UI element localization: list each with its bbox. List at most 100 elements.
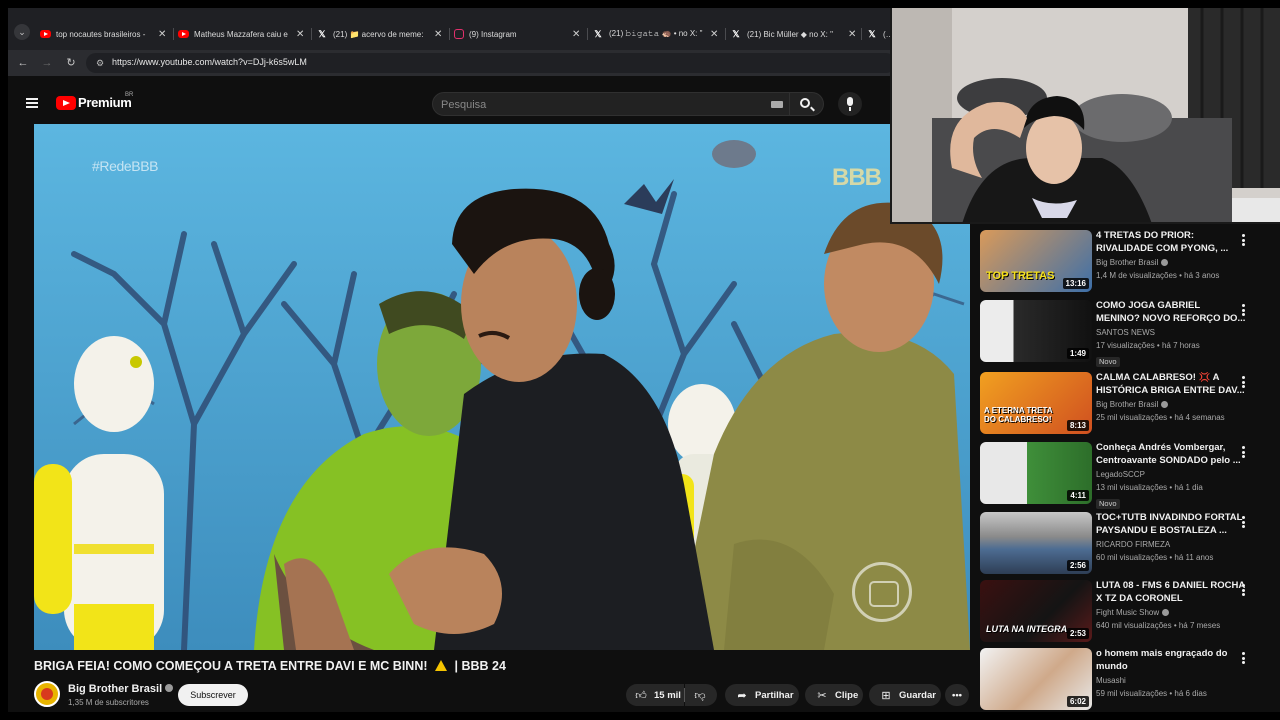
tab-close-icon[interactable]: ✕: [572, 29, 582, 40]
thumbs-up-icon: 👍︎: [635, 689, 647, 702]
new-badge: Novo: [1096, 357, 1120, 367]
recommended-video[interactable]: 6:02 o homem mais engraçado do mundo Mus…: [978, 646, 1280, 710]
channel-name[interactable]: Fight Music Show: [1096, 608, 1246, 618]
youtube-logo-icon[interactable]: [56, 96, 76, 110]
browser-tab[interactable]: top nocautes brasileiros - ✕: [40, 24, 168, 44]
reload-icon[interactable]: ↻: [64, 56, 78, 70]
video-title[interactable]: CALMA CALABRESO! 💢 A HISTÓRICA BRIGA ENT…: [1096, 372, 1246, 397]
thumbnail-caption: TOP TRETAS: [986, 270, 1055, 282]
video-title[interactable]: LUTA 08 - FMS 6 DANIEL ROCHA X TZ DA COR…: [1096, 580, 1246, 605]
x-favicon-icon: 𝕏: [594, 28, 602, 39]
recommended-video[interactable]: LUTA NA INTEGRA 2:53 LUTA 08 - FMS 6 DAN…: [978, 578, 1280, 642]
search-button[interactable]: [790, 92, 824, 116]
channel-name[interactable]: Musashi: [1096, 676, 1246, 686]
channel-name[interactable]: Big Brother Brasil: [1096, 400, 1246, 410]
video-duration: 13:16: [1062, 278, 1089, 289]
video-thumbnail[interactable]: TOP TRETAS 13:16: [980, 230, 1092, 292]
recommended-video[interactable]: 2:56 TOC+TUTB INVADINDO FORTAL PAYSANDU …: [978, 510, 1280, 574]
verified-icon: [165, 684, 174, 692]
channel-name-text: Big Brother Brasil: [68, 683, 163, 695]
recommended-video[interactable]: 1:49 COMO JOGA GABRIEL MENINO? NOVO REFO…: [978, 298, 1280, 367]
video-thumbnail[interactable]: 4:11: [980, 442, 1092, 504]
verified-icon: [1161, 400, 1169, 408]
video-thumbnail[interactable]: 1:49: [980, 300, 1092, 362]
save-label: Guardar: [899, 689, 936, 701]
forward-icon[interactable]: →: [40, 56, 54, 70]
search-input[interactable]: Pesquisa: [432, 92, 790, 116]
browser-tab[interactable]: Matheus Mazzafera caiu e ✕: [178, 24, 306, 44]
like-button[interactable]: 👍︎ 15 mil: [626, 684, 684, 706]
recommended-video[interactable]: 4:11 Conheça Andrés Vombergar, Centroava…: [978, 440, 1280, 509]
more-options-icon[interactable]: [1240, 516, 1246, 530]
video-thumbnail[interactable]: LUTA NA INTEGRA 2:53: [980, 580, 1092, 642]
more-options-icon[interactable]: [1240, 652, 1246, 666]
video-hashtag-watermark: #RedeBBB: [92, 158, 159, 174]
tab-title: Matheus Mazzafera caiu e: [194, 29, 288, 39]
video-title[interactable]: TOC+TUTB INVADINDO FORTAL PAYSANDU E BOS…: [1096, 512, 1246, 537]
tab-close-icon[interactable]: ✕: [296, 29, 306, 40]
tab-title: (9) Instagram: [469, 29, 517, 39]
instagram-favicon-icon: [454, 29, 464, 39]
x-favicon-icon: 𝕏: [318, 28, 326, 39]
video-title[interactable]: COMO JOGA GABRIEL MENINO? NOVO REFORÇO D…: [1096, 300, 1246, 325]
video-thumbnail[interactable]: 6:02: [980, 648, 1092, 710]
tab-title: (21) Bic Müller ◆ no X: ": [747, 29, 833, 39]
dislike-button[interactable]: 👎︎: [685, 684, 717, 706]
video-thumbnail[interactable]: 2:56: [980, 512, 1092, 574]
tab-title: (21) 📁 acervo de meme:: [333, 29, 424, 39]
video-title[interactable]: o homem mais engraçado do mundo: [1096, 648, 1246, 673]
tab-title: top nocautes brasileiros -: [56, 29, 146, 39]
browser-tab[interactable]: 𝕏 (21) 𝚋𝚒𝚐𝚊𝚝𝚊 🦔 • no X: " ✕: [592, 24, 720, 44]
recommended-video[interactable]: TOP TRETAS 13:16 4 TRETAS DO PRIOR: RIVA…: [978, 228, 1280, 292]
channel-avatar[interactable]: [34, 681, 60, 707]
video-thumbnail[interactable]: A ETERNA TRETA DO CALABRESO! 8:13: [980, 372, 1092, 434]
x-favicon-icon: 𝕏: [732, 28, 740, 39]
tab-close-icon[interactable]: ✕: [434, 29, 444, 40]
save-button[interactable]: ⊞ Guardar: [869, 684, 941, 706]
channel-name[interactable]: Big Brother Brasil: [68, 683, 174, 695]
more-actions-button[interactable]: •••: [945, 684, 969, 706]
subscribe-button[interactable]: Subscrever: [178, 684, 248, 706]
back-icon[interactable]: ←: [16, 56, 30, 70]
menu-icon[interactable]: [26, 98, 38, 108]
site-settings-icon[interactable]: ⚙: [94, 57, 106, 69]
thumbnail-caption: A ETERNA TRETA DO CALABRESO!: [984, 406, 1053, 424]
video-stats: 1,4 M de visualizações • há 3 anos: [1096, 271, 1220, 280]
more-options-icon[interactable]: [1240, 376, 1246, 390]
channel-name[interactable]: Big Brother Brasil: [1096, 258, 1246, 268]
tab-close-icon[interactable]: ✕: [710, 29, 720, 40]
channel-name[interactable]: SANTOS NEWS: [1096, 328, 1246, 338]
video-duration: 2:56: [1066, 560, 1089, 571]
more-options-icon[interactable]: [1240, 234, 1246, 248]
video-duration: 6:02: [1066, 696, 1089, 707]
browser-tab-active[interactable]: (9) Instagram ✕: [454, 24, 582, 44]
tab-close-icon[interactable]: ✕: [848, 29, 858, 40]
clip-label: Clipe: [835, 689, 859, 701]
video-title[interactable]: Conheça Andrés Vombergar, Centroavante S…: [1096, 442, 1246, 467]
address-bar[interactable]: ⚙ https://www.youtube.com/watch?v=DJj-k6…: [86, 53, 896, 73]
browser-tab[interactable]: 𝕏 (21) 📁 acervo de meme: ✕: [316, 24, 444, 44]
tab-close-icon[interactable]: ✕: [158, 29, 168, 40]
browser-tab[interactable]: 𝕏 (21) Bic Müller ◆ no X: " ✕: [730, 24, 858, 44]
video-title[interactable]: 4 TRETAS DO PRIOR: RIVALIDADE COM PYONG,…: [1096, 230, 1246, 255]
channel-name[interactable]: LegadoSCCP: [1096, 470, 1246, 480]
video-duration: 1:49: [1066, 348, 1089, 359]
video-player[interactable]: #RedeBBB BBB: [34, 124, 970, 650]
keyboard-icon[interactable]: [771, 101, 783, 108]
youtube-brand[interactable]: Premium: [78, 95, 132, 110]
more-options-icon[interactable]: [1240, 446, 1246, 460]
voice-search-mic-icon[interactable]: [838, 92, 862, 116]
thumbnail-caption: LUTA NA INTEGRA: [986, 624, 1068, 634]
more-options-icon[interactable]: [1240, 584, 1246, 598]
channel-name[interactable]: RICARDO FIRMEZA: [1096, 540, 1246, 550]
tab-title: (2: [883, 29, 890, 39]
share-button[interactable]: ➦ Partilhar: [725, 684, 799, 706]
recommended-video[interactable]: A ETERNA TRETA DO CALABRESO! 8:13 CALMA …: [978, 370, 1280, 434]
video-stats: 17 visualizações • há 7 horas: [1096, 341, 1200, 350]
more-options-icon[interactable]: [1240, 304, 1246, 318]
tab-search-menu-icon[interactable]: ⌄: [14, 24, 30, 40]
clip-button[interactable]: ✂ Clipe: [805, 684, 863, 706]
region-code: BR: [125, 92, 134, 98]
x-favicon-icon: 𝕏: [868, 28, 876, 39]
browser-tab[interactable]: 𝕏 (2: [866, 24, 890, 44]
